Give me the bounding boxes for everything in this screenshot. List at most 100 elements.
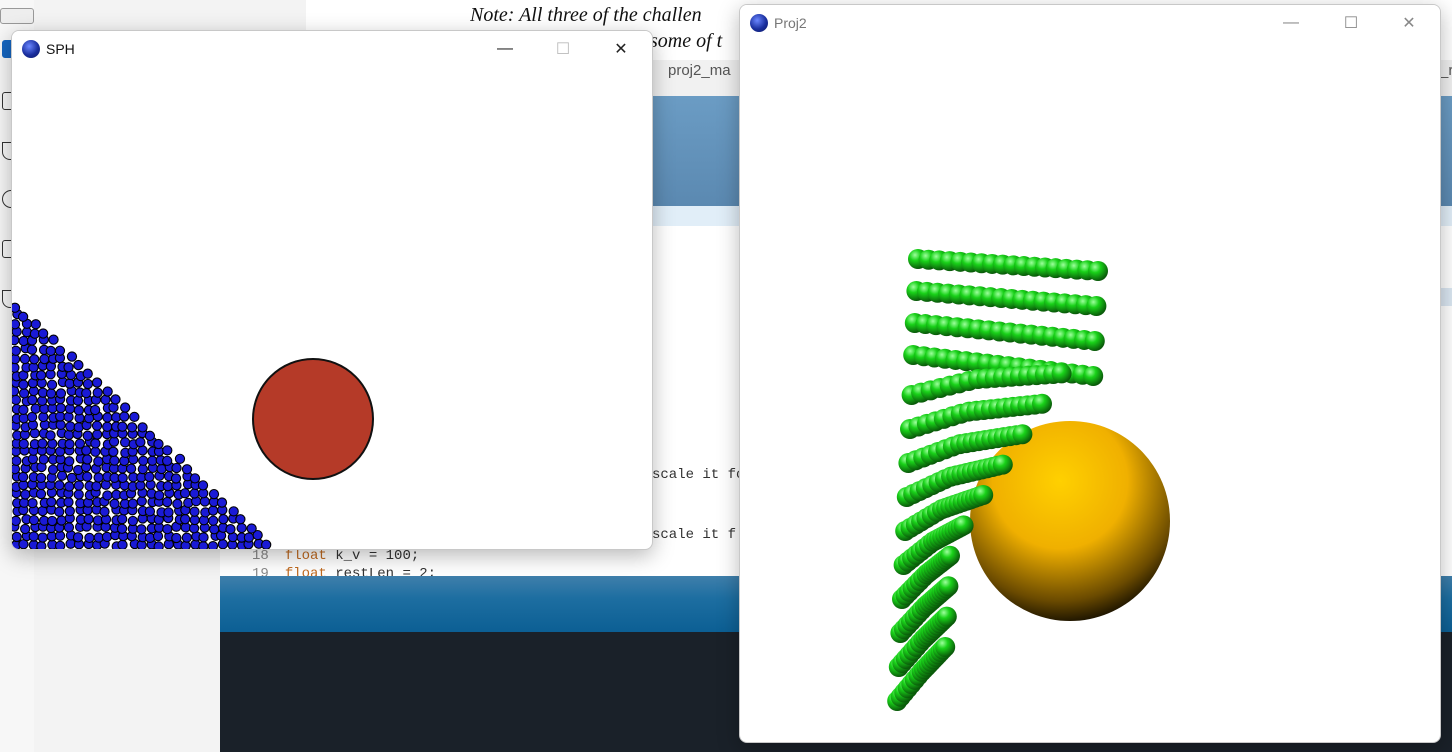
sph-simulation-canvas[interactable] xyxy=(12,67,652,549)
keyword: float xyxy=(284,548,327,564)
fluid-particle xyxy=(243,532,255,543)
fluid-particle xyxy=(171,532,182,544)
fluid-particle xyxy=(138,455,149,466)
fluid-particle xyxy=(45,388,57,399)
cloth-node xyxy=(935,637,956,657)
fluid-particle xyxy=(12,455,22,466)
fluid-particle xyxy=(20,489,31,500)
fluid-particle xyxy=(17,471,29,483)
cloth-node xyxy=(953,515,974,536)
fluid-particle xyxy=(12,335,20,346)
close-button[interactable]: ✕ xyxy=(1386,5,1432,41)
cloth-node xyxy=(1012,424,1033,445)
fluid-particle xyxy=(162,455,173,467)
fluid-particle xyxy=(73,489,84,500)
fluid-particle xyxy=(81,388,92,399)
fluid-particle xyxy=(73,405,85,416)
fluid-particle xyxy=(12,345,21,356)
editor-tab[interactable]: proj2_ma xyxy=(668,62,731,79)
sph-window[interactable]: SPH — ☐ ✕ xyxy=(11,30,653,550)
scroll-thumb[interactable] xyxy=(0,8,34,24)
fluid-particle xyxy=(64,481,75,492)
fluid-particle xyxy=(66,472,78,484)
fluid-particle xyxy=(144,430,156,441)
fluid-particle xyxy=(117,539,128,549)
fluid-particle xyxy=(199,496,211,507)
fluid-particle xyxy=(12,394,22,406)
fluid-particle xyxy=(120,402,131,413)
fluid-particle xyxy=(55,388,67,399)
fluid-particle xyxy=(93,472,104,483)
fluid-particle xyxy=(137,445,148,456)
fluid-particle xyxy=(82,378,94,390)
fluid-particle xyxy=(37,438,48,449)
fluid-particle xyxy=(181,464,193,475)
fluid-particle xyxy=(54,480,65,491)
fluid-particle xyxy=(137,422,148,433)
fluid-particle xyxy=(181,532,192,543)
fluid-particle xyxy=(12,515,21,527)
fluid-particle xyxy=(38,454,49,465)
fluid-particle xyxy=(63,362,74,373)
cloth-node xyxy=(938,576,959,597)
maximize-button[interactable]: ☐ xyxy=(540,31,586,67)
fluid-particle xyxy=(84,532,95,544)
fluid-particle xyxy=(63,522,75,533)
minimize-button[interactable]: — xyxy=(482,31,528,67)
obstacle-circle xyxy=(252,358,374,480)
cloth-node xyxy=(992,454,1013,475)
minimize-icon: — xyxy=(497,40,513,57)
fluid-particle xyxy=(30,319,41,330)
cloth-node xyxy=(936,606,957,627)
fluid-particle xyxy=(54,345,66,356)
fluid-particle xyxy=(29,428,40,439)
fluid-particle xyxy=(27,497,38,509)
maximize-button[interactable]: ☐ xyxy=(1328,5,1374,41)
line-number: 18 xyxy=(252,548,269,564)
proj2-title-bar[interactable]: Proj2 — ☐ ✕ xyxy=(740,5,1440,41)
fluid-particle xyxy=(162,445,173,456)
fluid-particle xyxy=(162,481,173,492)
fluid-particle xyxy=(64,403,76,414)
fluid-particle xyxy=(102,412,113,423)
fluid-particle xyxy=(179,488,191,499)
fluid-particle xyxy=(144,506,156,517)
cloth-simulation-canvas[interactable] xyxy=(740,41,1440,742)
fluid-particle xyxy=(216,497,228,508)
fluid-particle xyxy=(171,462,182,474)
cloth-node xyxy=(940,545,960,566)
fluid-particle xyxy=(170,473,182,484)
code-fragment: scale it f xyxy=(652,527,737,543)
note-line-2: some of t xyxy=(650,30,723,52)
fluid-particle xyxy=(207,541,219,549)
keyword: float xyxy=(284,566,327,576)
fluid-particle xyxy=(126,422,138,433)
fluid-particle xyxy=(26,344,38,355)
fluid-particle xyxy=(64,456,75,467)
app-icon xyxy=(22,40,40,58)
close-button[interactable]: ✕ xyxy=(598,31,644,67)
minimize-icon: — xyxy=(1283,14,1299,31)
code-text: k_v = 100; xyxy=(326,548,420,564)
fluid-particle xyxy=(102,490,113,501)
editor-tab-fragment[interactable]: _r xyxy=(1440,62,1452,79)
minimize-button[interactable]: — xyxy=(1268,5,1314,41)
fluid-particle xyxy=(73,480,84,491)
window-title: SPH xyxy=(46,41,75,57)
fluid-particle xyxy=(12,531,22,543)
fluid-particle xyxy=(162,523,173,535)
proj2-window[interactable]: Proj2 — ☐ ✕ xyxy=(739,4,1441,743)
fluid-particle xyxy=(54,540,66,549)
fluid-particle xyxy=(127,515,139,527)
fluid-particle xyxy=(18,413,29,424)
fluid-particle xyxy=(83,514,94,525)
sph-title-bar[interactable]: SPH — ☐ ✕ xyxy=(12,31,652,67)
fluid-particle xyxy=(102,386,113,397)
cloth-node xyxy=(1088,261,1108,281)
fluid-particle xyxy=(48,334,59,345)
fluid-particle xyxy=(209,524,220,535)
fluid-particle xyxy=(12,302,21,313)
fluid-particle xyxy=(246,523,257,534)
fluid-particle xyxy=(91,481,102,492)
fluid-particle xyxy=(82,471,93,482)
